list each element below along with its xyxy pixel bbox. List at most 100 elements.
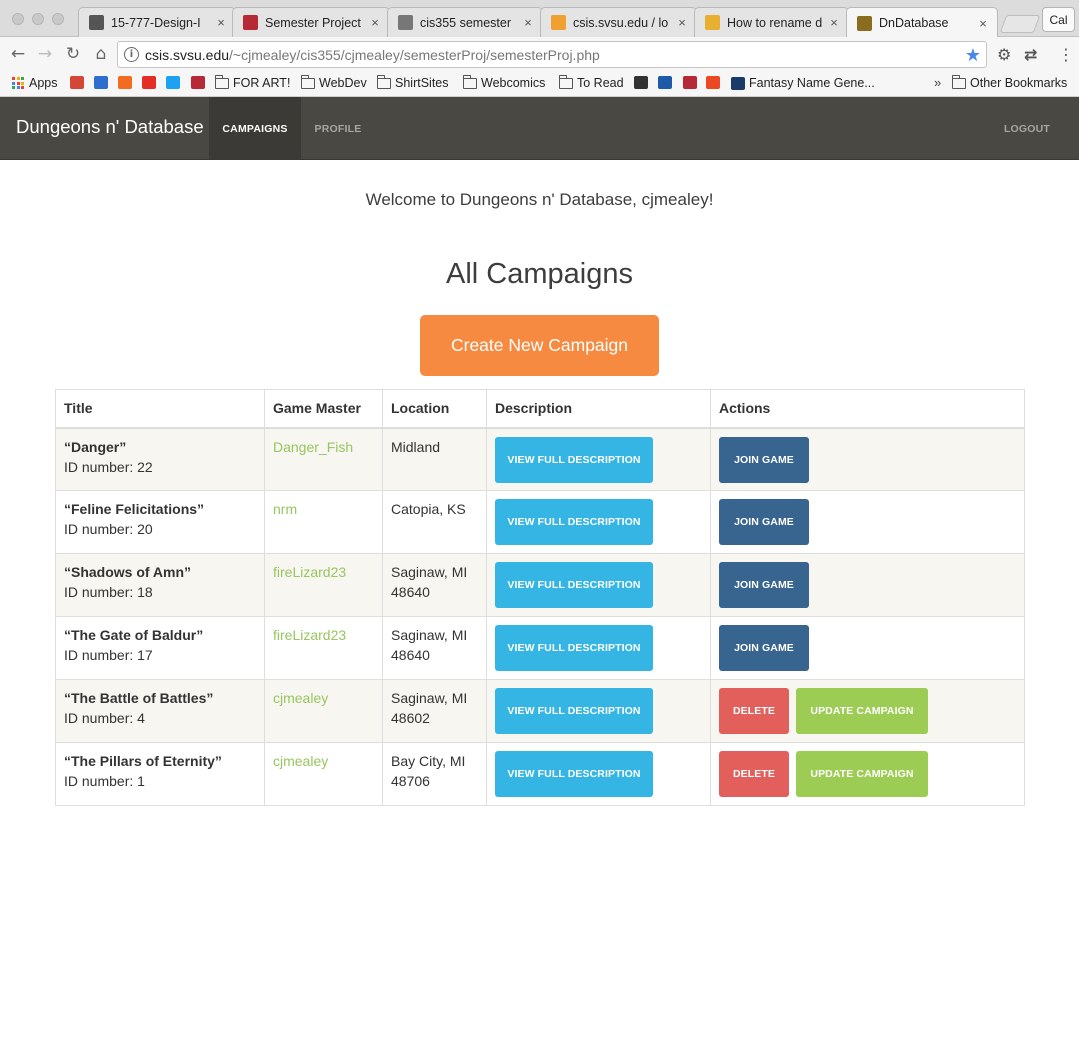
minimize-window-button[interactable] — [32, 13, 44, 25]
nav-logout[interactable]: LOGOUT — [995, 97, 1059, 160]
view-description-button[interactable]: VIEW FULL DESCRIPTION — [495, 436, 653, 483]
update-campaign-button[interactable]: UPDATE CAMPAIGN — [796, 751, 928, 797]
r-icon — [731, 76, 745, 90]
sync-icon[interactable]: ⇄ — [1024, 45, 1037, 64]
location-line1: Catopia, KS — [391, 501, 466, 517]
bookmark-item[interactable]: Webcomics — [462, 74, 545, 90]
header-actions: Actions — [710, 389, 1025, 429]
join-game-button[interactable]: JOIN GAME — [719, 499, 809, 545]
bookmark-item[interactable] — [683, 76, 701, 89]
game-master-link[interactable]: cjmealey — [273, 690, 328, 706]
cell-location: Midland — [382, 427, 487, 491]
cell-location: Catopia, KS — [382, 490, 487, 554]
tab-close-icon[interactable]: × — [828, 15, 840, 30]
cell-location: Saginaw, MI 48640 — [382, 616, 487, 680]
table-row: “Shadows of Amn” ID number: 18 fireLizard2… — [55, 553, 1025, 617]
cell-title: “The Battle of Battles” ID number: 4 — [55, 679, 265, 743]
bookmark-item[interactable]: FOR ART! — [214, 74, 290, 90]
game-master-link[interactable]: fireLizard23 — [273, 564, 346, 580]
campaign-id: 20 — [137, 521, 153, 537]
campaign-id-line: ID number: 22 — [64, 457, 256, 477]
view-description-button[interactable]: VIEW FULL DESCRIPTION — [495, 688, 653, 734]
update-campaign-button[interactable]: UPDATE CAMPAIGN — [796, 688, 928, 734]
new-tab-button[interactable] — [999, 15, 1041, 33]
game-master-link[interactable]: fireLizard23 — [273, 627, 346, 643]
campaign-title: “The Battle of Battles” — [64, 690, 214, 706]
cell-location: Saginaw, MI 48640 — [382, 553, 487, 617]
bookmark-item[interactable] — [70, 76, 88, 89]
view-description-button[interactable]: VIEW FULL DESCRIPTION — [495, 751, 653, 797]
back-arrow-icon[interactable]: ← — [7, 43, 29, 65]
cell-description: VIEW FULL DESCRIPTION — [486, 742, 711, 806]
location-line2: 48640 — [391, 584, 430, 600]
tab-close-icon[interactable]: × — [676, 15, 688, 30]
bookmark-item[interactable] — [658, 76, 676, 89]
bookmark-item[interactable] — [166, 76, 184, 89]
campaign-id-prefix: ID number: — [64, 521, 134, 537]
bookmark-item[interactable]: Other Bookmarks — [951, 74, 1067, 90]
menu-dots-icon[interactable]: ⋮ — [1058, 45, 1074, 64]
browser-tab[interactable]: DnDatabase × — [846, 7, 998, 38]
game-master-link[interactable]: cjmealey — [273, 753, 328, 769]
header-location: Location — [382, 389, 487, 429]
join-game-button[interactable]: JOIN GAME — [719, 436, 809, 483]
svsu-icon — [191, 76, 205, 89]
bookmark-item[interactable] — [634, 76, 652, 89]
bookmark-item[interactable] — [191, 76, 209, 89]
site-info-icon[interactable]: i — [124, 47, 139, 62]
campaign-id: 22 — [137, 458, 153, 475]
join-game-button[interactable]: JOIN GAME — [719, 625, 809, 671]
game-master-link[interactable]: Danger_Fish — [273, 439, 353, 455]
bookmark-item[interactable]: Apps — [12, 76, 58, 90]
bookmark-item[interactable] — [142, 76, 160, 89]
create-campaign-button[interactable]: Create New Campaign — [420, 315, 659, 376]
view-description-button[interactable]: VIEW FULL DESCRIPTION — [495, 625, 653, 671]
brand-logo[interactable]: Dungeons n' Database — [16, 116, 204, 138]
profile-button[interactable]: Cal — [1042, 7, 1075, 32]
nav-profile[interactable]: PROFILE — [305, 97, 371, 160]
reload-icon[interactable]: ↻ — [62, 43, 84, 65]
tab-strip: 15-777-Design-I × Semester Project × cis355 … — [0, 0, 1079, 38]
bookmark-item[interactable]: WebDev — [300, 74, 367, 90]
cell-location: Saginaw, MI 48602 — [382, 679, 487, 743]
forward-arrow-icon[interactable]: → — [34, 43, 56, 65]
bookmark-star-icon[interactable]: ★ — [965, 45, 981, 66]
bookmarks-overflow-chevron-icon[interactable]: » — [934, 75, 941, 90]
view-description-button[interactable]: VIEW FULL DESCRIPTION — [495, 499, 653, 545]
bookmark-item[interactable] — [706, 76, 724, 89]
globe-icon — [658, 76, 672, 89]
bookmark-item[interactable] — [94, 76, 112, 89]
browser-tab[interactable]: csis.svsu.edu / lo × — [540, 7, 697, 37]
campaign-id: 17 — [137, 647, 153, 663]
view-description-button[interactable]: VIEW FULL DESCRIPTION — [495, 562, 653, 608]
svsu-icon — [683, 76, 697, 89]
browser-tab[interactable]: Semester Project × — [232, 7, 390, 37]
home-icon[interactable]: ⌂ — [90, 43, 112, 65]
bookmark-item[interactable]: ShirtSites — [376, 74, 449, 90]
tab-close-icon[interactable]: × — [369, 15, 381, 30]
tab-close-icon[interactable]: × — [522, 15, 534, 30]
maximize-window-button[interactable] — [52, 13, 64, 25]
delete-campaign-button[interactable]: DELETE — [719, 751, 789, 797]
campaign-id-prefix: ID number: — [64, 584, 134, 600]
browser-tab[interactable]: How to rename d × — [694, 7, 849, 37]
address-bar[interactable]: i csis.svsu.edu/~cjmealey/cis355/cjmeale… — [117, 41, 987, 68]
gear-icon[interactable]: ⚙ — [997, 45, 1011, 64]
browser-tab[interactable]: 15-777-Design-I × — [78, 7, 236, 37]
bookmark-item[interactable] — [118, 76, 136, 89]
nav-campaigns[interactable]: CAMPAIGNS — [209, 97, 301, 160]
bookmark-item[interactable]: Fantasy Name Gene... — [731, 76, 875, 90]
tab-close-icon[interactable]: × — [215, 15, 227, 30]
delete-campaign-button[interactable]: DELETE — [719, 688, 789, 734]
tab-close-icon[interactable]: × — [977, 16, 989, 31]
join-game-button[interactable]: JOIN GAME — [719, 562, 809, 608]
tab-label: 15-777-Design-I — [111, 15, 201, 30]
game-master-link[interactable]: nrm — [273, 501, 297, 517]
cell-game-master: cjmealey — [264, 742, 383, 806]
close-window-button[interactable] — [12, 13, 24, 25]
campaign-id-prefix: ID number: — [64, 458, 134, 475]
campaign-id-line: ID number: 18 — [64, 582, 256, 602]
bookmark-item[interactable]: To Read — [558, 74, 624, 90]
folder-icon — [376, 74, 391, 89]
browser-tab[interactable]: cis355 semester × — [387, 7, 543, 37]
